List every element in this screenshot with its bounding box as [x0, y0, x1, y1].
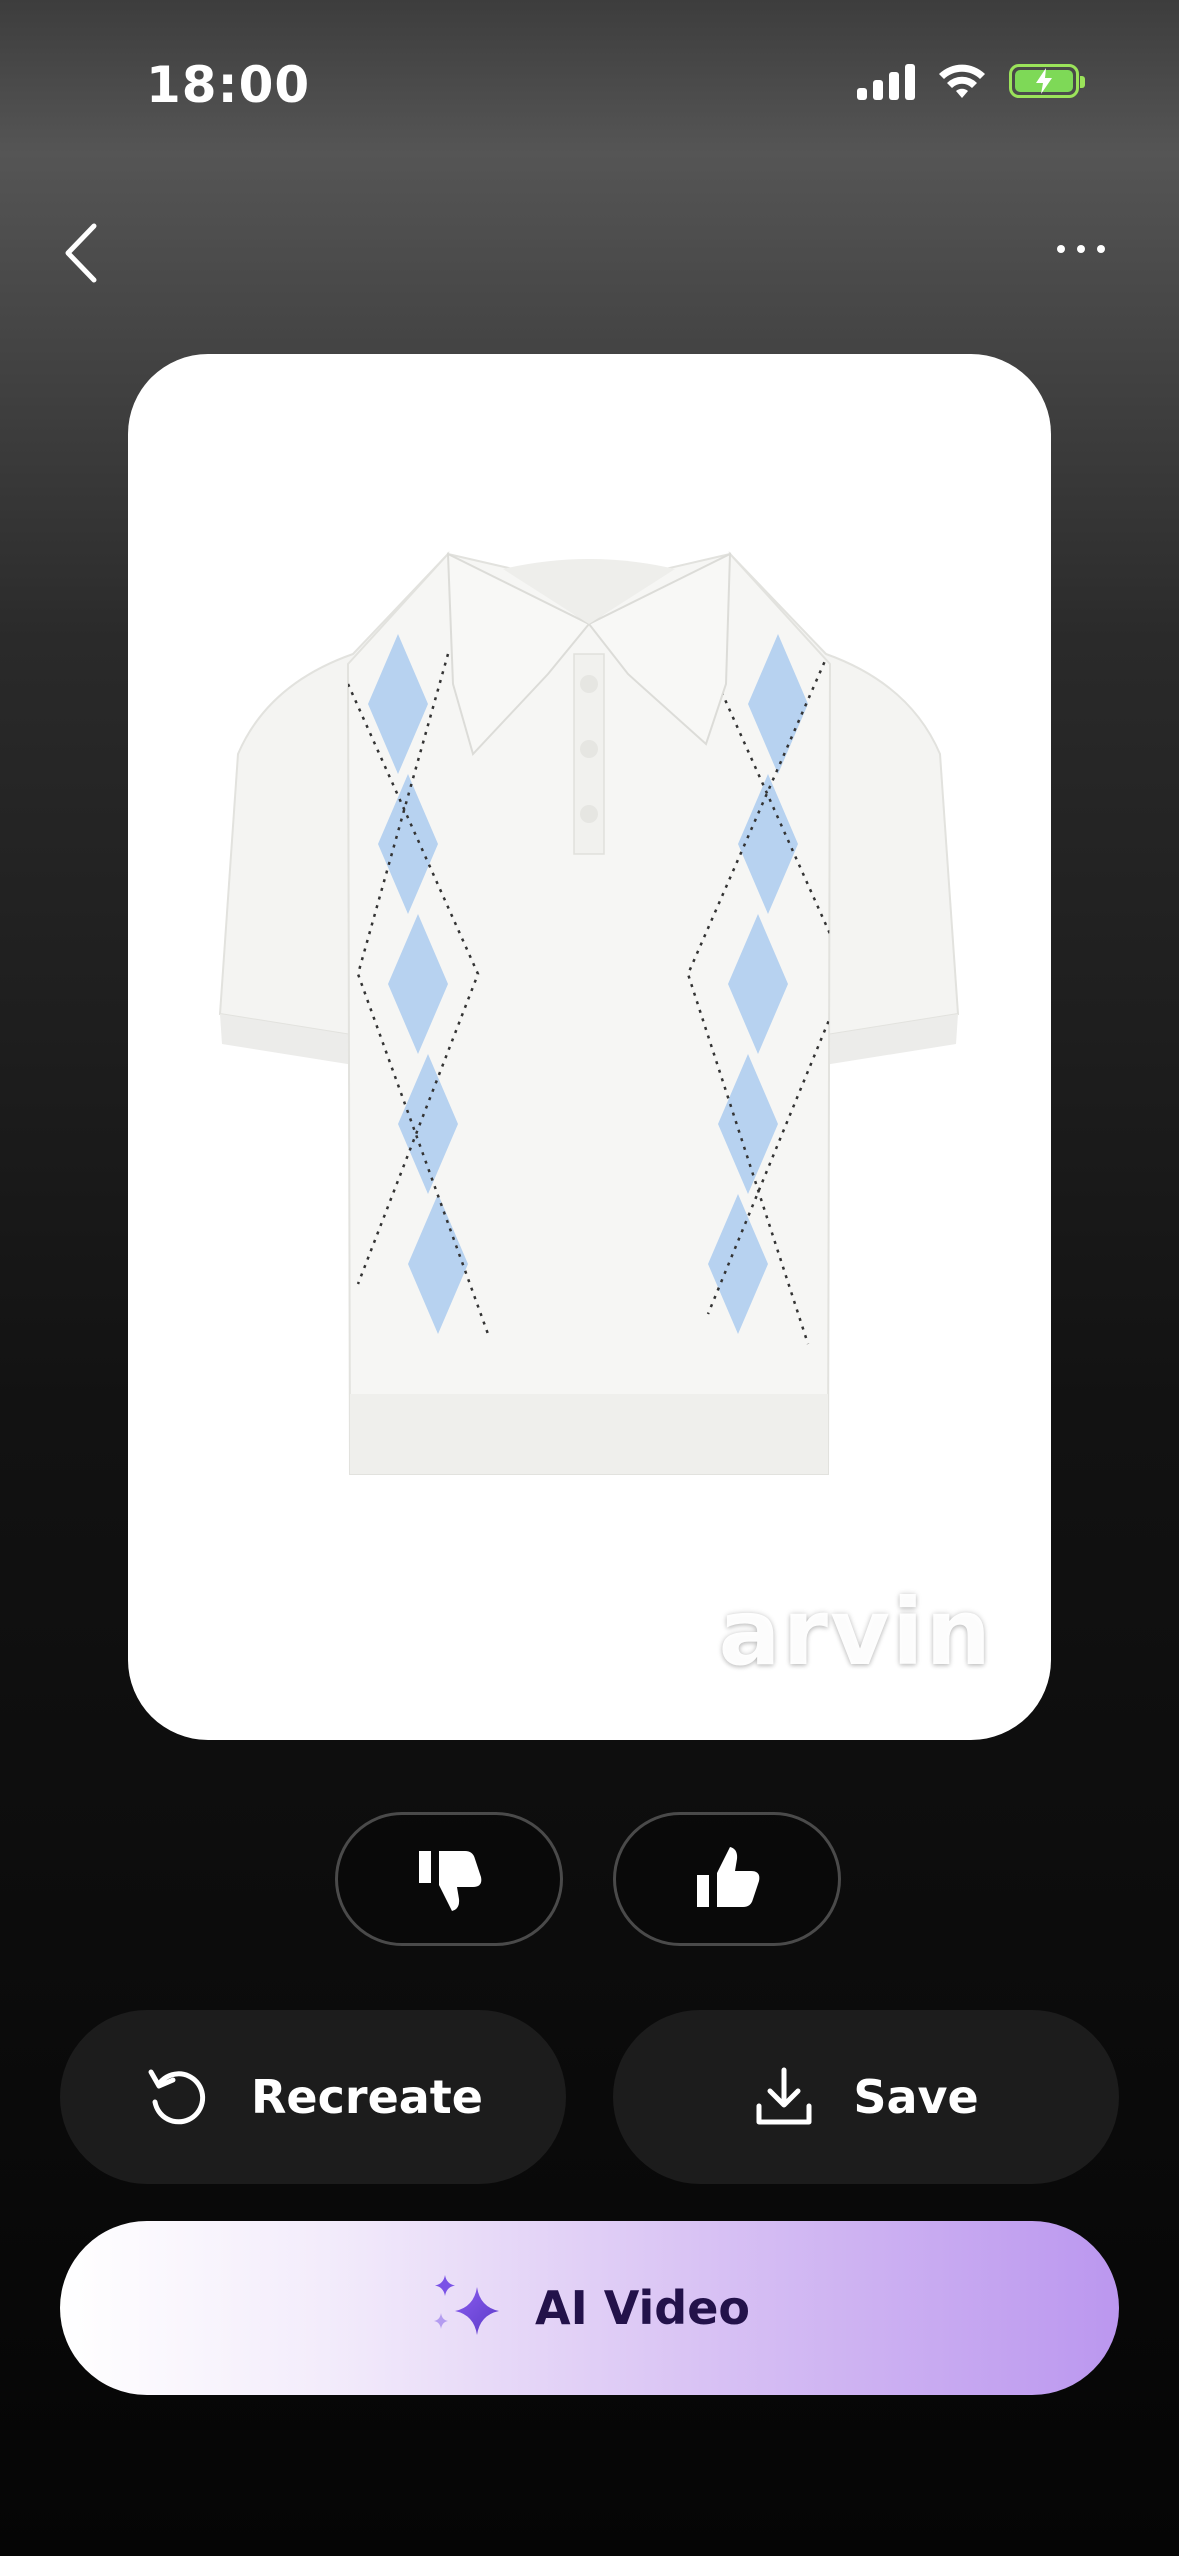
- refresh-icon: [148, 2069, 206, 2125]
- status-time: 18:00: [146, 56, 311, 114]
- generated-image-card: arvin: [128, 354, 1051, 1740]
- thumbs-up-icon: [697, 1847, 760, 1907]
- ai-video-button[interactable]: AI Video: [60, 2221, 1119, 2395]
- recreate-button[interactable]: Recreate: [60, 2010, 566, 2184]
- save-button[interactable]: Save: [613, 2010, 1119, 2184]
- polo-shirt-image: [218, 551, 960, 1475]
- more-options-button[interactable]: [1057, 234, 1127, 264]
- back-button[interactable]: [54, 218, 114, 288]
- thumbs-up-button[interactable]: [613, 1812, 841, 1946]
- battery-icon: [1009, 64, 1085, 98]
- thumbs-down-icon: [419, 1851, 482, 1911]
- save-label: Save: [853, 2070, 979, 2124]
- thumbs-down-button[interactable]: [335, 1812, 563, 1946]
- cellular-signal-icon: [857, 62, 915, 100]
- ai-video-label: AI Video: [534, 2281, 751, 2335]
- status-icons: [857, 62, 1085, 100]
- sparkle-icon: [433, 2275, 499, 2335]
- wifi-icon: [939, 64, 985, 98]
- recreate-label: Recreate: [251, 2070, 483, 2124]
- watermark-logo: arvin: [718, 1579, 993, 1686]
- back-chevron-icon: [65, 223, 97, 283]
- download-icon: [756, 2067, 812, 2125]
- more-dots-icon: [1057, 245, 1065, 253]
